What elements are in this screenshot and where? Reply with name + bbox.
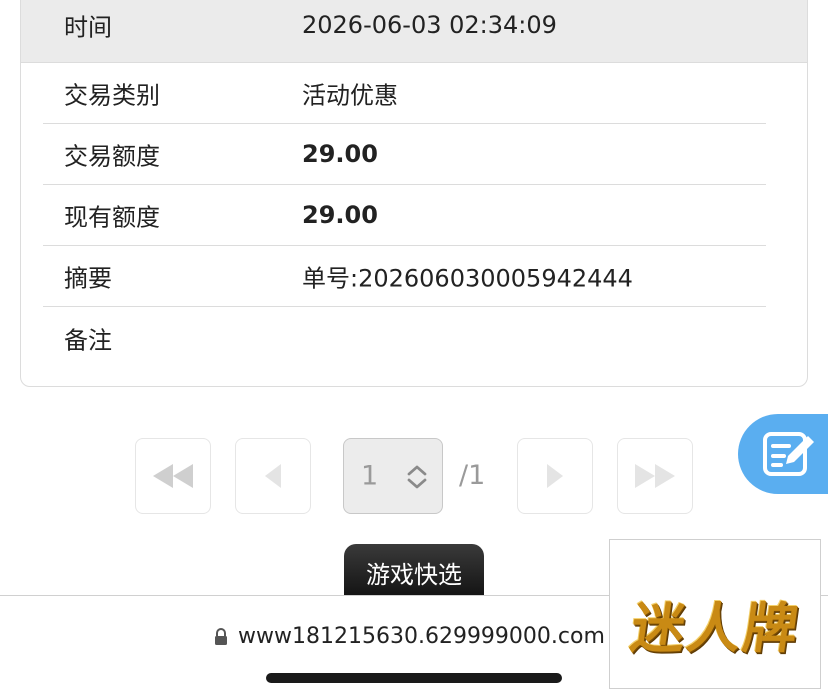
current-page: 1 (361, 460, 379, 492)
amount-row: 交易额度 29.00 (43, 124, 766, 185)
summary-row: 摘要 单号:202606030005942444 (43, 246, 766, 307)
url-text: www181215630.629999000.com (238, 624, 605, 649)
next-page-icon (547, 464, 563, 488)
last-page-icon (635, 464, 675, 488)
balance-row: 现有额度 29.00 (43, 185, 766, 246)
total-pages: /1 (459, 460, 486, 491)
remark-row: 备注 (43, 307, 766, 368)
balance-value: 29.00 (302, 201, 378, 229)
time-value: 2026-06-03 02:34:09 (302, 11, 557, 39)
summary-label: 摘要 (64, 264, 112, 293)
edit-note-icon (763, 432, 814, 476)
address-field[interactable]: www181215630.629999000.com (214, 624, 605, 649)
amount-label: 交易额度 (64, 142, 160, 171)
last-page-button[interactable] (617, 438, 693, 514)
game-quick-select-label: 游戏快选 (366, 560, 462, 589)
ad-banner[interactable]: 迷人牌 (609, 539, 821, 689)
brand-logo: 迷人牌 (626, 596, 804, 660)
type-value: 活动优惠 (302, 81, 398, 110)
summary-value: 单号:202606030005942444 (302, 264, 633, 293)
record-card: 时间 2026-06-03 02:34:09 交易类别 活动优惠 交易额度 29… (20, 0, 808, 387)
prev-page-button[interactable] (235, 438, 311, 514)
game-quick-select-button[interactable]: 游戏快选 (344, 544, 484, 600)
time-label: 时间 (64, 13, 112, 42)
next-page-button[interactable] (517, 438, 593, 514)
balance-label: 现有额度 (64, 203, 160, 232)
home-indicator (266, 673, 562, 683)
updown-icon (407, 465, 427, 489)
first-page-button[interactable] (135, 438, 211, 514)
remark-label: 备注 (64, 326, 112, 354)
lock-icon (215, 627, 227, 645)
amount-value: 29.00 (302, 140, 378, 168)
page-select[interactable]: 1 (343, 438, 443, 514)
prev-page-icon (265, 464, 281, 488)
type-row: 交易类别 活动优惠 (43, 63, 766, 124)
first-page-icon (153, 464, 193, 488)
time-row: 时间 2026-06-03 02:34:09 (21, 0, 807, 63)
edit-fab-button[interactable] (738, 414, 828, 494)
type-label: 交易类别 (64, 81, 160, 110)
